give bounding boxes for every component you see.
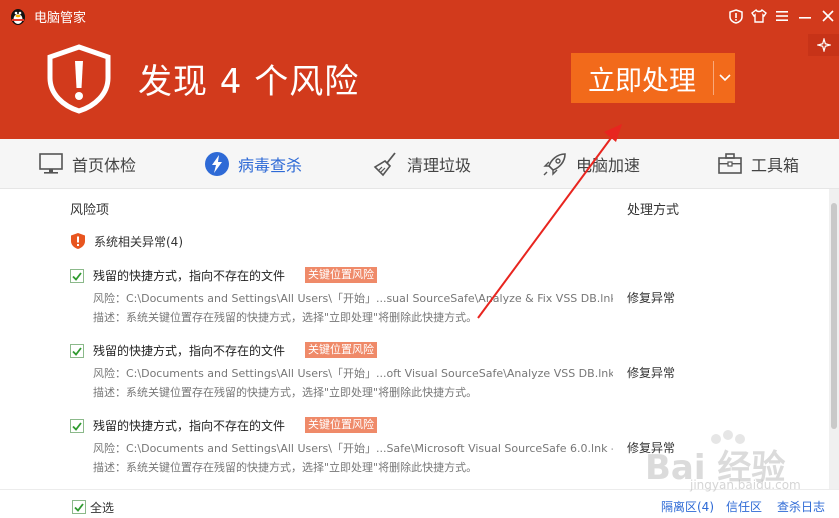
item-description: 描述：系统关键位置存在残留的快捷方式，选择"立即处理"将删除此快捷方式。 xyxy=(93,461,478,474)
risk-group-header[interactable]: 系统相关异常(4) xyxy=(70,231,183,251)
nav-item-clean-junk[interactable]: 清理垃圾 xyxy=(372,139,471,188)
skin-shirt-icon[interactable] xyxy=(750,8,768,24)
list-item: 残留的快捷方式，指向不存在的文件 关键位置风险 风险：C:\Documents … xyxy=(70,340,810,406)
close-icon[interactable] xyxy=(819,8,837,24)
column-header-action: 处理方式 xyxy=(627,203,680,218)
quarantine-link[interactable]: 隔离区(4) xyxy=(661,498,714,515)
toolbox-icon xyxy=(716,150,744,178)
select-all-label[interactable]: 全选 xyxy=(90,499,114,516)
list-item: 残留的快捷方式，指向不存在的文件 关键位置风险 风险：C:\Documents … xyxy=(70,265,810,331)
watermark-url: jingyan.baidu.com xyxy=(690,478,801,492)
risk-tag-badge: 关键位置风险 xyxy=(305,417,377,433)
risk-tag-badge: 关键位置风险 xyxy=(305,342,377,358)
nav-item-speed-up[interactable]: 电脑加速 xyxy=(541,139,640,188)
item-risk-path: 风险：C:\Documents and Settings\All Users\「… xyxy=(93,442,613,455)
scrollbar-thumb[interactable] xyxy=(831,203,837,429)
nav-item-home-check[interactable]: 首页体检 xyxy=(37,139,136,188)
item-description: 描述：系统关键位置存在残留的快捷方式，选择"立即处理"将删除此快捷方式。 xyxy=(93,311,478,324)
item-risk-path: 风险：C:\Documents and Settings\All Users\「… xyxy=(93,292,613,305)
penguin-logo-icon xyxy=(11,9,25,25)
nav-label: 工具箱 xyxy=(751,155,800,175)
nav-label: 清理垃圾 xyxy=(407,155,472,175)
monitor-icon xyxy=(37,150,65,178)
main-nav: 首页体检 病毒查杀 清理垃圾 电脑加速 工具箱 xyxy=(0,139,839,189)
item-description: 描述：系统关键位置存在残留的快捷方式，选择"立即处理"将删除此快捷方式。 xyxy=(93,386,478,399)
title-bar[interactable]: 电脑管家 xyxy=(0,0,839,32)
column-header-risk: 风险项 xyxy=(70,203,110,218)
risk-count-title: 发现 4 个风险 xyxy=(138,62,360,102)
process-now-label[interactable]: 立即处理 xyxy=(571,53,713,103)
item-title: 残留的快捷方式，指向不存在的文件 xyxy=(93,269,286,283)
menu-icon[interactable] xyxy=(773,8,791,24)
nav-item-virus-scan[interactable]: 病毒查杀 xyxy=(203,139,302,188)
trust-zone-link[interactable]: 信任区 xyxy=(726,498,762,515)
shield-menu-icon[interactable] xyxy=(727,8,745,24)
item-checkbox[interactable] xyxy=(70,344,84,358)
nav-item-toolbox[interactable]: 工具箱 xyxy=(716,139,799,188)
fix-action[interactable]: 修复异常 xyxy=(627,364,675,381)
fix-action[interactable]: 修复异常 xyxy=(627,289,675,306)
footer-bar: 全选 隔离区(4) 信任区 查杀日志 xyxy=(0,489,839,518)
item-title: 残留的快捷方式，指向不存在的文件 xyxy=(93,344,286,358)
warning-shield-icon xyxy=(71,233,85,249)
group-label: 系统相关异常(4) xyxy=(94,234,183,249)
rocket-icon xyxy=(541,150,569,178)
sparkle-icon[interactable] xyxy=(808,34,839,56)
broom-icon xyxy=(372,150,400,178)
header-banner: 电脑管家 发现 4 个风险 立即处理 xyxy=(0,0,839,139)
risk-tag-badge: 关键位置风险 xyxy=(305,267,377,283)
item-checkbox[interactable] xyxy=(70,419,84,433)
item-checkbox[interactable] xyxy=(70,269,84,283)
lightning-icon xyxy=(203,150,231,178)
nav-label: 电脑加速 xyxy=(576,155,641,175)
scan-log-link[interactable]: 查杀日志 xyxy=(777,498,825,515)
select-all-checkbox[interactable] xyxy=(72,500,86,514)
chevron-down-icon[interactable] xyxy=(714,53,735,103)
scrollbar[interactable] xyxy=(829,189,839,489)
process-now-button[interactable]: 立即处理 xyxy=(571,53,735,103)
nav-label: 病毒查杀 xyxy=(238,155,303,175)
item-title: 残留的快捷方式，指向不存在的文件 xyxy=(93,419,286,433)
app-title: 电脑管家 xyxy=(34,11,87,26)
minimize-icon[interactable] xyxy=(796,8,814,24)
nav-label: 首页体检 xyxy=(72,155,137,175)
item-risk-path: 风险：C:\Documents and Settings\All Users\「… xyxy=(93,367,613,380)
risk-shield-icon xyxy=(47,44,111,114)
